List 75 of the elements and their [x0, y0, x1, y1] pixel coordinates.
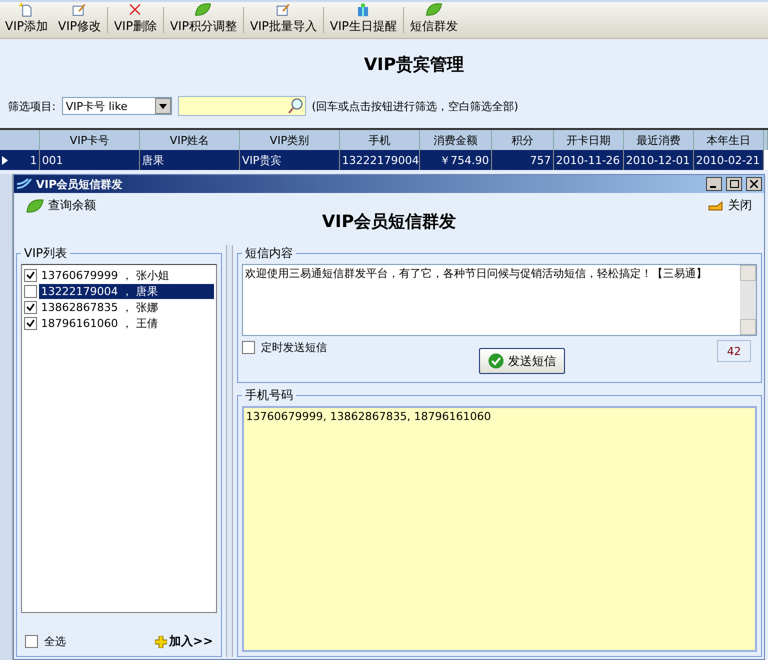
table-cell: 2010-12-01	[624, 150, 694, 170]
close-icon	[750, 180, 758, 188]
group-title: 短信内容	[244, 245, 294, 262]
filter-label: 筛选项目:	[8, 98, 56, 114]
query-balance-button[interactable]: 查询余额	[26, 197, 96, 214]
checkbox[interactable]	[24, 268, 37, 282]
toolbar-button[interactable]: VIP修改	[52, 2, 106, 38]
row-pointer-icon	[2, 156, 8, 164]
maximize-button[interactable]	[726, 177, 742, 191]
group-title: 手机号码	[244, 387, 294, 404]
checkbox[interactable]	[242, 341, 255, 354]
checkbox[interactable]	[24, 316, 37, 330]
character-count: 42	[717, 340, 751, 362]
toolbar-button[interactable]: VIP添加	[0, 2, 53, 38]
table-cell: 2010-02-21	[694, 150, 764, 170]
checkbox[interactable]	[24, 300, 37, 314]
check-circle-icon	[488, 353, 504, 369]
table-cell: ￥754.90	[420, 150, 492, 170]
column-header: VIP卡号	[40, 130, 140, 150]
add-button[interactable]: 加入>>	[154, 633, 213, 650]
table-cell: 13222179004	[340, 150, 420, 170]
toolbar-button[interactable]: VIP批量导入	[244, 2, 322, 38]
toolbar-button[interactable]: VIP生日提醒	[324, 2, 402, 38]
message-field[interactable]: 欢迎使用三易通短信群发平台，有了它，各种节日问候与促销活动短信，轻松搞定！【三易通】	[242, 264, 757, 336]
table-cell: 001	[40, 150, 140, 170]
list-item[interactable]: 13760679999 ， 张小姐	[39, 268, 214, 282]
search-icon	[286, 97, 305, 115]
toolbar-button[interactable]: VIP删除	[108, 2, 162, 38]
minimize-button[interactable]	[706, 177, 722, 191]
list-item[interactable]: 18796161060 ， 王倩	[39, 316, 214, 330]
list-item[interactable]: 13862867835 ， 张娜	[39, 300, 214, 314]
checkbox-label: 全选	[44, 634, 66, 649]
dialog-heading: VIP会员短信群发	[321, 211, 457, 233]
scrollbar[interactable]	[740, 265, 756, 335]
checkbox-label: 定时发送短信	[261, 340, 327, 355]
column-header: 最近消费	[624, 130, 694, 150]
filter-dropdown[interactable]: VIP卡号 like	[62, 97, 172, 115]
plus-icon	[154, 636, 167, 648]
search-field[interactable]	[178, 96, 306, 116]
column-header: 开卡日期	[554, 130, 624, 150]
row-header: 1	[0, 150, 40, 170]
edit-icon	[274, 2, 292, 17]
column-header: 积分	[492, 130, 554, 150]
list-item[interactable]: 13222179004 ， 唐果	[39, 284, 214, 298]
leaf-icon	[424, 2, 443, 17]
edit-icon	[70, 2, 88, 17]
table-corner	[0, 130, 40, 150]
toolbar-button[interactable]: VIP积分调整	[164, 2, 242, 38]
table-header-filler	[764, 130, 768, 150]
column-header: 本年生日	[694, 130, 764, 150]
checkbox[interactable]	[25, 635, 38, 648]
leaf-icon	[26, 198, 44, 214]
leaf-icon	[194, 2, 212, 17]
page-title: VIP贵宾管理	[363, 54, 465, 77]
group-title: VIP列表	[23, 245, 68, 262]
phone-numbers-field[interactable]: 13760679999, 13862867835, 18796161060	[242, 406, 757, 652]
column-header: VIP类别	[240, 130, 340, 150]
table-cell: 2010-11-26	[554, 150, 624, 170]
checkbox[interactable]	[24, 284, 37, 298]
table-cell: 757	[492, 150, 554, 170]
maximize-icon	[730, 180, 738, 188]
toolbar-button[interactable]: 短信群发	[404, 2, 463, 38]
table-cell: VIP贵宾	[240, 150, 340, 170]
send-button[interactable]: 发送短信	[479, 348, 565, 374]
app-logo-icon	[16, 178, 32, 190]
column-header: VIP姓名	[140, 130, 240, 150]
dialog-title: VIP会员短信群发	[36, 176, 124, 192]
filter-hint: (回车或点击按钮进行筛选，空白筛选全部)	[312, 98, 518, 114]
splitter-handle[interactable]	[226, 245, 233, 657]
close-button[interactable]	[746, 177, 762, 191]
dropdown-arrow-icon	[158, 104, 167, 108]
column-header: 手机	[340, 130, 420, 150]
column-header: 消费金额	[420, 130, 492, 150]
close-button[interactable]: 关闭	[708, 197, 752, 214]
table-cell: 唐果	[140, 150, 240, 170]
